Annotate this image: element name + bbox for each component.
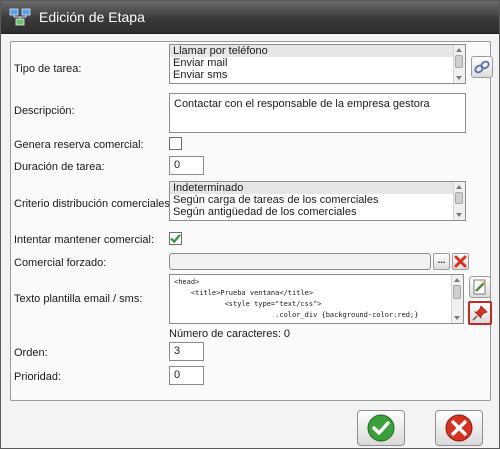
intentar-mantener-label: Intentar mantener comercial: <box>14 234 155 246</box>
code-line: <title>Prueba ventana</title> <box>174 289 314 297</box>
genera-reserva-checkbox[interactable] <box>169 137 182 150</box>
clear-x-icon <box>454 255 467 268</box>
cancel-button[interactable] <box>435 410 483 446</box>
edit-tipo-tarea-button[interactable] <box>471 56 493 78</box>
edit-template-button[interactable] <box>469 276 491 298</box>
list-item[interactable]: Llamar por teléfono <box>170 45 465 57</box>
criterio-listbox[interactable]: Indeterminado Según carga de tareas de l… <box>169 181 466 221</box>
scroll-up-icon[interactable] <box>456 48 462 52</box>
list-item[interactable]: Indeterminado <box>170 182 465 194</box>
scroll-down-icon[interactable] <box>454 316 460 320</box>
scrollbar[interactable] <box>453 45 465 83</box>
scroll-thumb[interactable] <box>455 192 463 204</box>
tipo-tarea-label: Tipo de tarea: <box>14 63 82 75</box>
code-line: <head> <box>174 278 200 286</box>
texto-plantilla-label: Texto plantilla email / sms: <box>14 293 143 305</box>
prioridad-label: Prioridad: <box>14 371 62 383</box>
dialog-window: Edición de Etapa Tipo de tarea: Llamar p… <box>0 0 500 449</box>
link-icon <box>474 60 490 74</box>
prioridad-field[interactable]: 0 <box>169 366 204 385</box>
network-icon <box>9 8 31 26</box>
pushpin-icon <box>472 305 488 321</box>
pin-template-button[interactable] <box>468 301 492 325</box>
comercial-forzado-label: Comercial forzado: <box>14 257 107 269</box>
scrollbar[interactable] <box>453 182 465 220</box>
scroll-up-icon[interactable] <box>454 278 460 282</box>
code-line: ... <box>170 321 463 323</box>
orden-label: Orden: <box>14 347 48 359</box>
browse-comercial-button[interactable]: ... <box>433 253 450 270</box>
texto-plantilla-editor[interactable]: <head> <title>Prueba ventana</title> <st… <box>169 274 464 324</box>
scroll-thumb[interactable] <box>455 55 463 68</box>
clear-comercial-button[interactable] <box>452 253 469 270</box>
list-item[interactable]: Según carga de tareas de los comerciales <box>170 194 465 206</box>
comercial-forzado-field[interactable] <box>169 253 431 270</box>
list-item[interactable]: Enviar sms <box>170 69 465 81</box>
check-icon <box>170 234 181 244</box>
descripcion-field[interactable]: Contactar con el responsable de la empre… <box>169 93 466 133</box>
edit-document-icon <box>473 279 486 295</box>
criterio-label: Criterio distribución comerciales: <box>14 198 173 210</box>
orden-field[interactable]: 3 <box>169 342 204 361</box>
window-title: Edición de Etapa <box>39 9 145 25</box>
scroll-down-icon[interactable] <box>456 213 462 217</box>
checkmark-icon <box>367 414 395 442</box>
genera-reserva-label: Genera reserva comercial: <box>14 139 144 151</box>
list-item[interactable]: Enviar mail <box>170 57 465 69</box>
descripcion-label: Descripción: <box>14 105 75 117</box>
code-line: .color_div {background-color:red;} <box>174 311 419 319</box>
scroll-down-icon[interactable] <box>456 76 462 80</box>
tipo-tarea-listbox[interactable]: Llamar por teléfono Enviar mail Enviar s… <box>169 44 466 84</box>
scrollbar[interactable] <box>451 275 463 323</box>
title-bar: Edición de Etapa <box>1 1 499 34</box>
char-count: Número de caracteres: 0 <box>169 328 291 340</box>
code-line: <style type="text/css"> <box>174 300 322 308</box>
accept-button[interactable] <box>357 410 405 446</box>
cancel-x-icon <box>445 414 473 442</box>
scroll-thumb[interactable] <box>453 285 461 299</box>
intentar-mantener-checkbox[interactable] <box>169 232 182 245</box>
list-item[interactable]: Según antigüedad de los comerciales <box>170 206 465 218</box>
duracion-field[interactable]: 0 <box>169 156 204 175</box>
duracion-label: Duración de tarea: <box>14 161 105 173</box>
scroll-up-icon[interactable] <box>456 185 462 189</box>
